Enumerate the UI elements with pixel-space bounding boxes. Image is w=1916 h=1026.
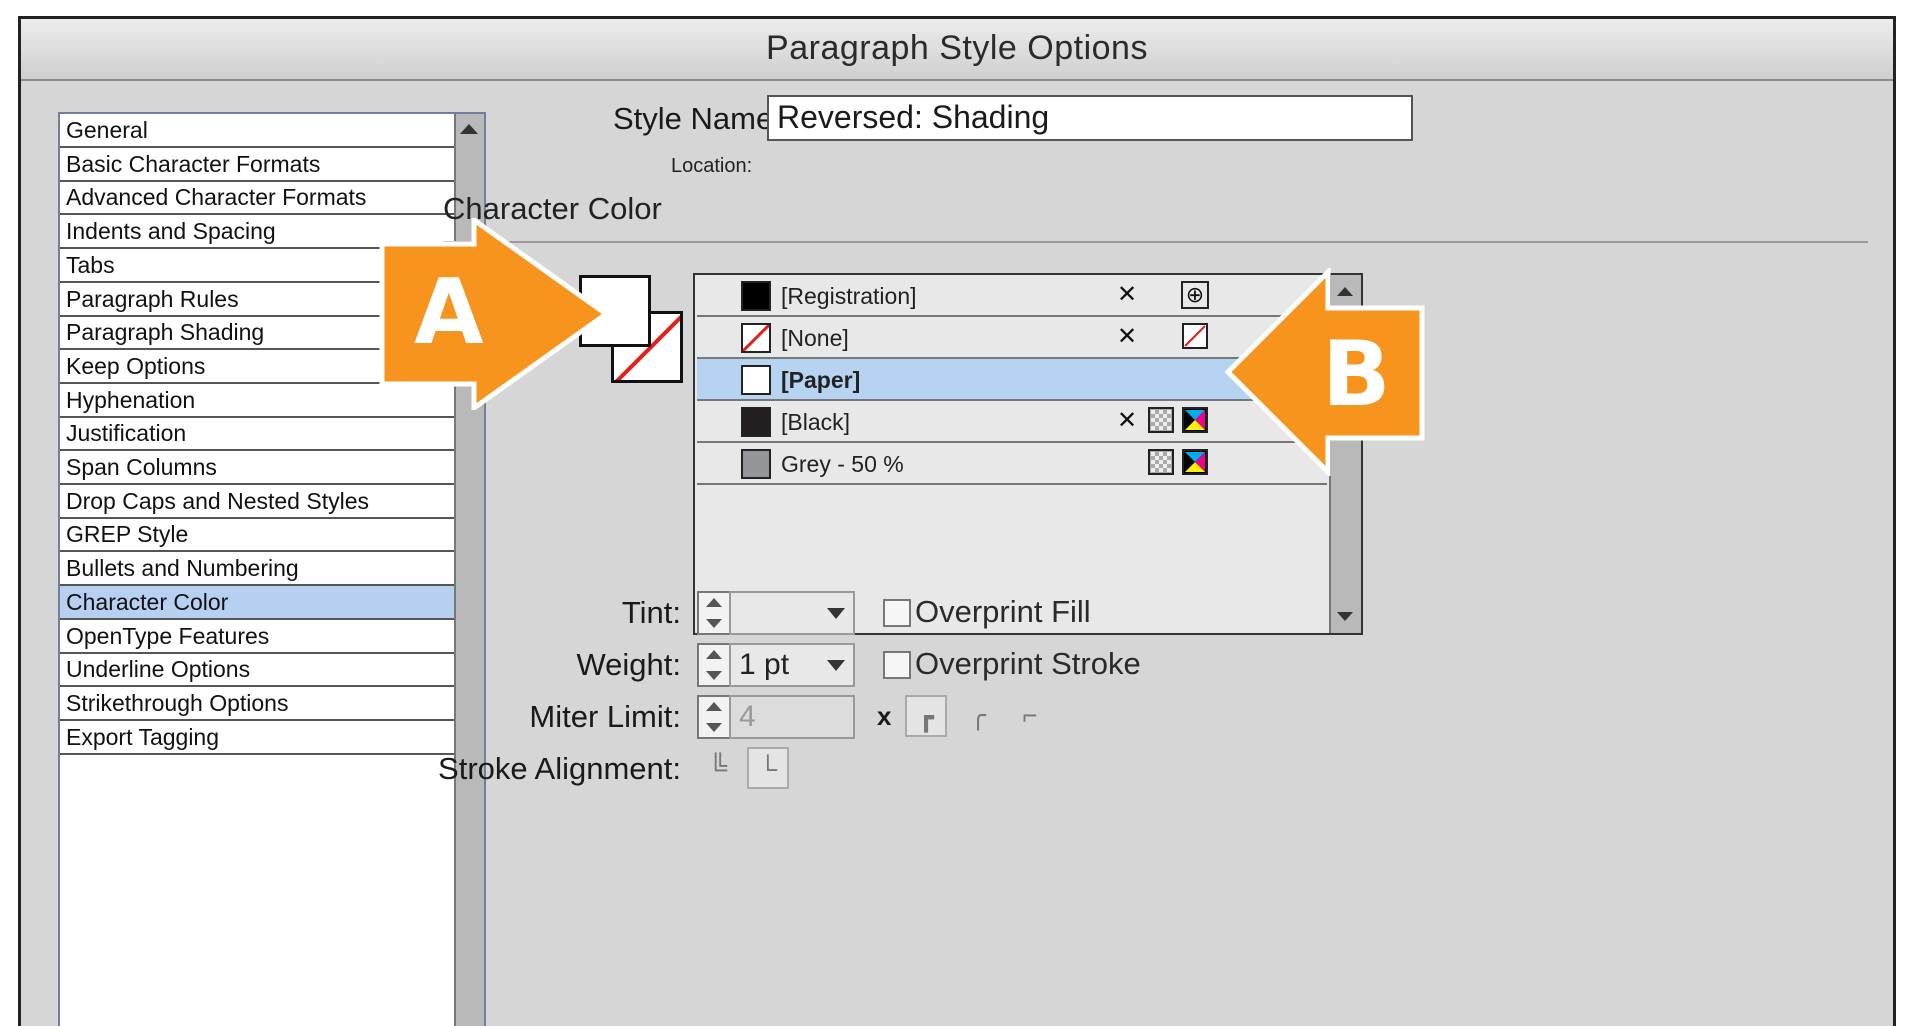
weight-label: Weight: [576,647,681,682]
swatch-name: [None] [781,325,849,351]
bevel-join-icon[interactable]: ⌐ [1009,695,1051,737]
round-join-icon[interactable]: ╭ [957,695,999,737]
registration-target-icon: ⊕ [1181,281,1209,309]
cmyk-icon [1181,449,1209,477]
title-bar: Paragraph Style Options [21,19,1893,81]
sidebar-item[interactable]: Underline Options [60,653,454,688]
swatch-chip [741,323,771,353]
cmyk-icon [1181,407,1209,435]
weight-combo[interactable]: 1 pt [729,643,855,687]
window-title: Paragraph Style Options [766,29,1148,67]
swatch-name: [Paper] [781,367,861,393]
paragraph-style-options-dialog: Paragraph Style Options General Basic Cha… [18,16,1896,1026]
overprint-stroke-label: Overprint Stroke [915,646,1141,681]
pencil-crossed-icon: ✕ [1116,323,1138,350]
pencil-crossed-icon: ✕ [1116,407,1138,434]
chevron-down-icon[interactable] [827,660,845,671]
process-color-icon [1147,449,1175,477]
none-swatch-icon [1181,323,1209,351]
tint-combo[interactable] [729,591,855,635]
align-stroke-center-icon[interactable]: ╚ [697,747,739,789]
stroke-alignment-label: Stroke Alignment: [438,751,681,786]
sidebar-item[interactable]: GREP Style [60,518,454,553]
sidebar-item[interactable]: Span Columns [60,451,454,485]
tint-label: Tint: [621,595,681,630]
miter-join-icon[interactable]: ┏ [905,695,947,737]
location-label: Location: [671,155,753,177]
miter-limit-input[interactable]: 4 [729,695,855,739]
swatch-name: [Registration] [781,283,917,309]
chevron-down-icon[interactable] [827,608,845,619]
swatch-name: [Black] [781,409,851,435]
sidebar-item[interactable]: Strikethrough Options [60,687,454,721]
miter-limit-stepper[interactable] [697,695,731,739]
overprint-fill-label: Overprint Fill [915,594,1091,629]
sidebar-item[interactable]: OpenType Features [60,620,454,654]
scroll-up-arrow-icon[interactable] [460,124,478,134]
sidebar-item[interactable]: Bullets and Numbering [60,552,454,587]
callout-a-arrow: A [378,215,611,413]
miter-limit-value: 4 [739,700,756,733]
style-name-input[interactable]: Reversed: Shading [767,95,1413,141]
sidebar-item[interactable]: Drop Caps and Nested Styles [60,485,454,519]
overprint-fill-checkbox[interactable] [883,599,911,627]
callout-a-letter: A [414,260,484,365]
pencil-crossed-icon: ✕ [1116,281,1138,308]
sidebar-item[interactable]: Character Color [60,585,454,620]
miter-limit-label: Miter Limit: [529,699,681,734]
swatch-name: Grey - 50 % [781,451,904,477]
tint-stepper[interactable] [697,591,731,635]
weight-stepper[interactable] [697,643,731,687]
sidebar-item[interactable]: Advanced Character Formats [60,181,454,216]
swatch-chip [741,449,771,479]
weight-value: 1 pt [739,648,790,681]
sidebar-item[interactable]: Justification [60,417,454,452]
section-divider [443,241,1868,243]
sidebar-item[interactable]: Export Tagging [60,721,454,755]
scroll-down-arrow-icon[interactable] [1337,612,1353,621]
swatch-chip [741,365,771,395]
sidebar-item[interactable]: General [60,114,454,148]
miter-limit-suffix: x [877,701,892,731]
arrow-right-icon [379,215,611,413]
callout-b-letter: B [1322,322,1391,427]
callout-b-arrow: B [1224,265,1426,479]
swatch-chip [741,281,771,311]
sidebar-item[interactable]: Basic Character Formats [60,148,454,182]
align-stroke-outside-icon[interactable]: └ [747,747,789,789]
overprint-stroke-checkbox[interactable] [883,651,911,679]
swatch-chip [741,407,771,437]
style-name-label: Style Name: [613,101,782,136]
process-color-icon [1147,407,1175,435]
